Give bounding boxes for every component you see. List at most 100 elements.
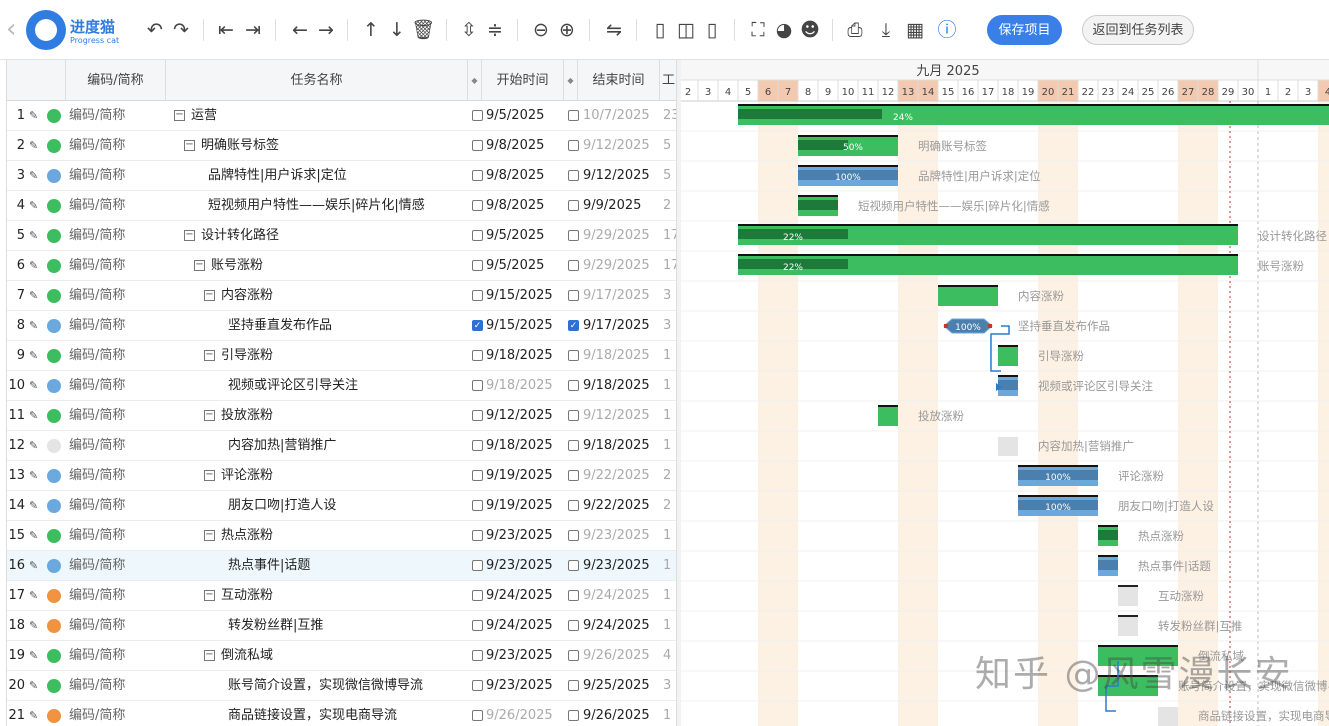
end-date[interactable]: 9/23/2025 — [583, 521, 660, 551]
start-date[interactable]: 9/18/2025 — [486, 371, 564, 401]
start-date[interactable]: 9/18/2025 — [486, 341, 564, 371]
indent-icon[interactable]: ⇥ — [240, 17, 266, 43]
layout-split-icon[interactable]: ◫ — [673, 17, 699, 43]
start-checkbox[interactable] — [472, 140, 483, 151]
start-checkbox[interactable] — [472, 650, 483, 661]
start-checkbox[interactable] — [472, 620, 483, 631]
edit-pencil-icon[interactable]: ✎ — [29, 611, 41, 641]
redo-icon[interactable]: ↷ — [168, 17, 194, 43]
task-code[interactable]: 编码/简称 — [69, 581, 165, 611]
start-checkbox[interactable] — [472, 380, 483, 391]
start-date[interactable]: 9/8/2025 — [486, 191, 564, 221]
task-code[interactable]: 编码/简称 — [69, 191, 165, 221]
task-name-cell[interactable]: 商品链接设置，实现电商导流 — [228, 701, 466, 726]
end-checkbox[interactable] — [568, 350, 579, 361]
task-code[interactable]: 编码/简称 — [69, 641, 165, 671]
task-name-cell[interactable]: − 账号涨粉 — [194, 251, 466, 281]
start-checkbox[interactable] — [472, 590, 483, 601]
end-date[interactable]: 10/7/2025 — [583, 101, 660, 131]
table-row[interactable]: 6 ✎ 编码/简称 −账号涨粉 9/5/2025 9/29/202517 — [7, 251, 676, 281]
start-date[interactable]: 9/24/2025 — [486, 611, 564, 641]
task-name-cell[interactable]: 坚持垂直发布作品 — [228, 311, 466, 341]
task-bar[interactable] — [878, 407, 898, 426]
start-checkbox[interactable] — [472, 530, 483, 541]
task-code[interactable]: 编码/简称 — [69, 461, 165, 491]
header-work[interactable]: 工 — [660, 60, 676, 101]
table-row[interactable]: 14 ✎ 编码/简称 朋友口吻|打造人设 9/19/2025 9/22/2025 2 — [7, 491, 676, 521]
task-name-cell[interactable]: − 互动涨粉 — [204, 581, 466, 611]
task-code[interactable]: 编码/简称 — [69, 251, 165, 281]
end-checkbox[interactable] — [568, 560, 579, 571]
end-checkbox[interactable] — [568, 290, 579, 301]
end-date[interactable]: 9/17/2025 — [583, 311, 660, 341]
edit-pencil-icon[interactable]: ✎ — [29, 521, 41, 551]
task-name-cell[interactable]: 视频或评论区引导关注 — [228, 371, 466, 401]
start-date[interactable]: 9/23/2025 — [486, 641, 564, 671]
start-checkbox[interactable] — [472, 500, 483, 511]
end-date[interactable]: 9/26/2025 — [583, 701, 660, 726]
header-start[interactable]: 开始时间 — [482, 60, 564, 101]
task-bar[interactable] — [998, 347, 1018, 366]
chevron-left-icon[interactable]: ‹ — [6, 14, 16, 44]
edit-pencil-icon[interactable]: ✎ — [29, 251, 41, 281]
start-date[interactable]: 9/5/2025 — [486, 251, 564, 281]
layout-left-icon[interactable]: ▯ — [647, 17, 673, 43]
collapse-toggle-icon[interactable]: − — [204, 470, 215, 481]
task-name-cell[interactable]: − 设计转化路径 — [184, 221, 466, 251]
end-date[interactable]: 9/29/2025 — [583, 251, 660, 281]
collapse-toggle-icon[interactable]: − — [184, 140, 195, 151]
end-checkbox[interactable] — [568, 530, 579, 541]
start-checkbox[interactable] — [472, 200, 483, 211]
task-name-cell[interactable]: − 运营 — [174, 101, 466, 131]
edit-pencil-icon[interactable]: ✎ — [29, 131, 41, 161]
end-checkbox[interactable] — [568, 170, 579, 181]
start-date[interactable]: 9/5/2025 — [486, 101, 564, 131]
link-handle-icon[interactable] — [988, 324, 992, 328]
table-row[interactable]: 8 ✎ 编码/简称 坚持垂直发布作品 ✓ 9/15/2025 ✓ 9/17/2025 3 — [7, 311, 676, 341]
task-code[interactable]: 编码/简称 — [69, 551, 165, 581]
task-code[interactable]: 编码/简称 — [69, 701, 165, 726]
table-row[interactable]: 11 ✎ 编码/简称 − 投放涨粉 9/12/2025 9/12/2025 1 — [7, 401, 676, 431]
table-row[interactable]: 18 ✎ 编码/简称 转发粉丝群|互推 9/24/2025 9/24/2025 1 — [7, 611, 676, 641]
start-date[interactable]: 9/18/2025 — [486, 431, 564, 461]
start-date[interactable]: 9/5/2025 — [486, 221, 564, 251]
fullscreen-icon[interactable]: ⛶ — [745, 17, 771, 43]
end-date[interactable]: 9/18/2025 — [583, 431, 660, 461]
task-name-cell[interactable]: − 引导涨粉 — [204, 341, 466, 371]
table-row[interactable]: 10 ✎ 编码/简称 视频或评论区引导关注 9/18/2025 9/18/2025 1 — [7, 371, 676, 401]
task-bar[interactable] — [938, 287, 998, 306]
header-start-sort-icon[interactable]: ◆ — [468, 60, 482, 101]
edit-pencil-icon[interactable]: ✎ — [29, 191, 41, 221]
table-row[interactable]: 15 ✎ 编码/简称 − 热点涨粉 9/23/2025 9/23/2025 1 — [7, 521, 676, 551]
start-date[interactable]: 9/12/2025 — [486, 401, 564, 431]
collapse-toggle-icon[interactable]: − — [204, 530, 215, 541]
end-date[interactable]: 9/12/2025 — [583, 401, 660, 431]
start-date[interactable]: 9/26/2025 — [486, 701, 564, 726]
task-code[interactable]: 编码/简称 — [69, 341, 165, 371]
start-date[interactable]: 9/23/2025 — [486, 521, 564, 551]
task-name-cell[interactable]: − 评论涨粉 — [204, 461, 466, 491]
start-date[interactable]: 9/15/2025 — [486, 311, 564, 341]
start-checkbox[interactable] — [472, 410, 483, 421]
end-checkbox[interactable] — [568, 650, 579, 661]
edit-pencil-icon[interactable]: ✎ — [29, 281, 41, 311]
start-date[interactable]: 9/19/2025 — [486, 461, 564, 491]
edit-pencil-icon[interactable]: ✎ — [29, 221, 41, 251]
table-row[interactable]: 13 ✎ 编码/简称 − 评论涨粉 9/19/2025 9/22/2025 2 — [7, 461, 676, 491]
header-name[interactable]: 任务名称 — [166, 60, 468, 101]
link-handle-icon[interactable] — [944, 324, 948, 328]
palette-icon[interactable]: ◕ — [771, 17, 797, 43]
zoom-in-icon[interactable]: ⊕ — [554, 17, 580, 43]
collapse-all-icon[interactable]: ≑ — [482, 17, 508, 43]
end-checkbox[interactable] — [568, 470, 579, 481]
start-checkbox[interactable] — [472, 290, 483, 301]
table-row[interactable]: 7 ✎ 编码/简称 − 内容涨粉 9/15/2025 9/17/2025 3 — [7, 281, 676, 311]
delete-icon[interactable]: 🗑 — [410, 17, 436, 43]
table-row[interactable]: 12 ✎ 编码/简称 内容加热|营销推广 9/18/2025 9/18/2025 1 — [7, 431, 676, 461]
header-end-sort-icon[interactable]: ◆ — [564, 60, 578, 101]
end-checkbox[interactable] — [568, 230, 579, 241]
end-date[interactable]: 9/17/2025 — [583, 281, 660, 311]
users-icon[interactable]: ☻ — [797, 17, 823, 43]
end-checkbox[interactable] — [568, 200, 579, 211]
task-code[interactable]: 编码/简称 — [69, 521, 165, 551]
